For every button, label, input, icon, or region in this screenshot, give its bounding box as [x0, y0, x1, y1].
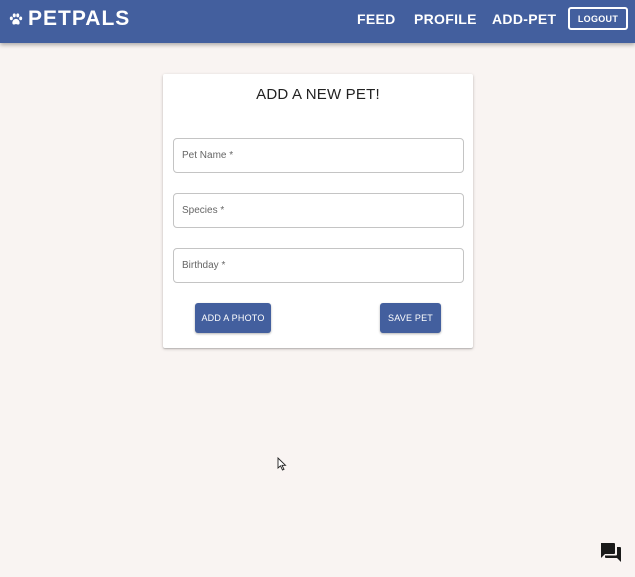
pet-name-input[interactable]: [174, 139, 463, 172]
mouse-pointer-icon: [277, 457, 287, 471]
species-input[interactable]: [174, 194, 463, 227]
paw-icon: [9, 12, 23, 25]
brand-name: PETPALS: [28, 7, 131, 30]
birthday-input[interactable]: [174, 249, 463, 282]
pet-name-field[interactable]: [173, 138, 464, 173]
brand-logo[interactable]: PETPALS: [9, 7, 130, 31]
species-field[interactable]: [173, 193, 464, 228]
nav-add-pet-link[interactable]: ADD-PET: [492, 11, 556, 27]
question-answer-icon[interactable]: [599, 542, 623, 564]
save-pet-button[interactable]: SAVE PET: [380, 303, 441, 333]
add-pet-card: ADD A NEW PET! ADD A PHOTO SAVE PET: [163, 74, 473, 348]
nav-feed-link[interactable]: FEED: [357, 11, 396, 27]
form-title: ADD A NEW PET!: [256, 86, 380, 103]
top-navbar: PETPALS FEED PROFILE ADD-PET LOGOUT: [0, 0, 635, 43]
nav-profile-link[interactable]: PROFILE: [414, 11, 477, 27]
birthday-field[interactable]: [173, 248, 464, 283]
logout-button[interactable]: LOGOUT: [568, 7, 628, 30]
add-photo-button[interactable]: ADD A PHOTO: [195, 303, 271, 333]
